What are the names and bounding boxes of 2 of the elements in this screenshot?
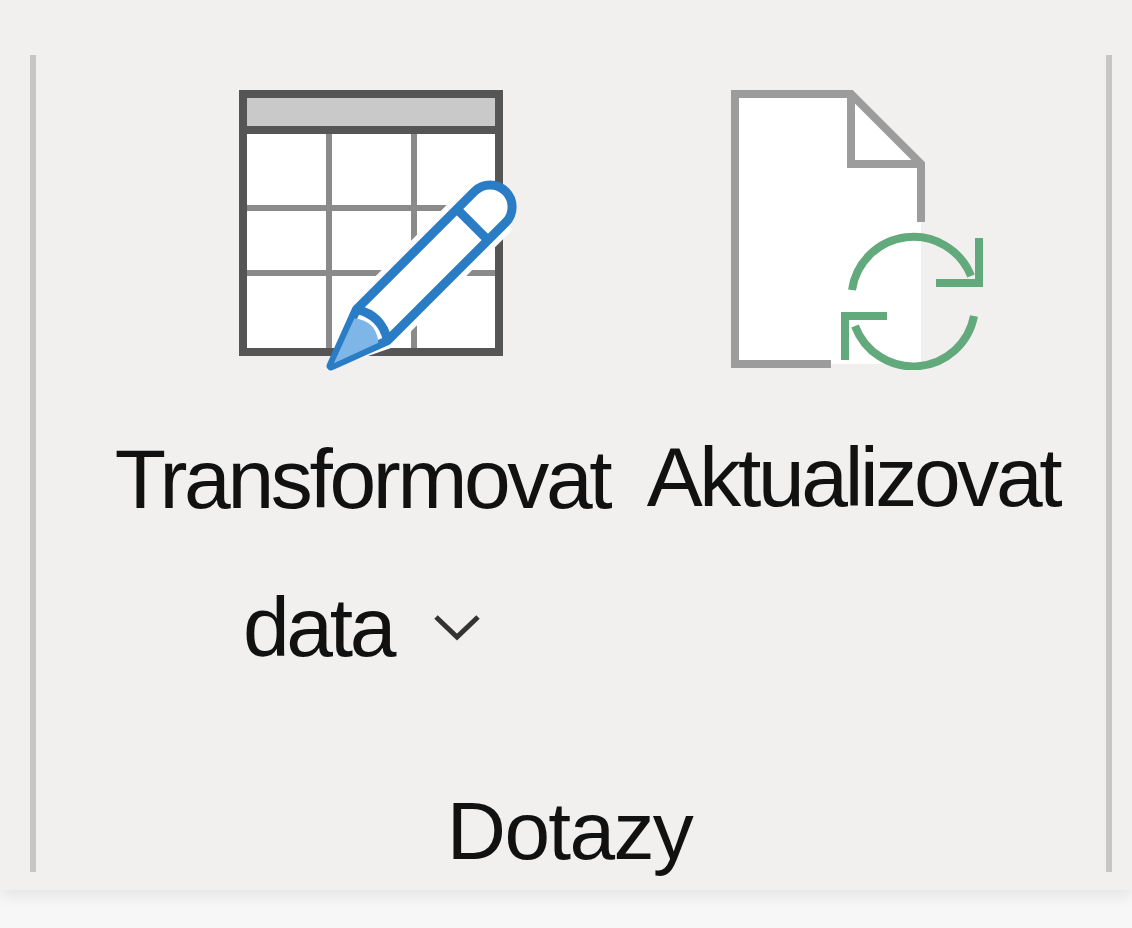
refresh-button[interactable]: Aktualizovat [643, 90, 1063, 701]
transform-data-button[interactable]: Transformovat data [107, 90, 617, 701]
